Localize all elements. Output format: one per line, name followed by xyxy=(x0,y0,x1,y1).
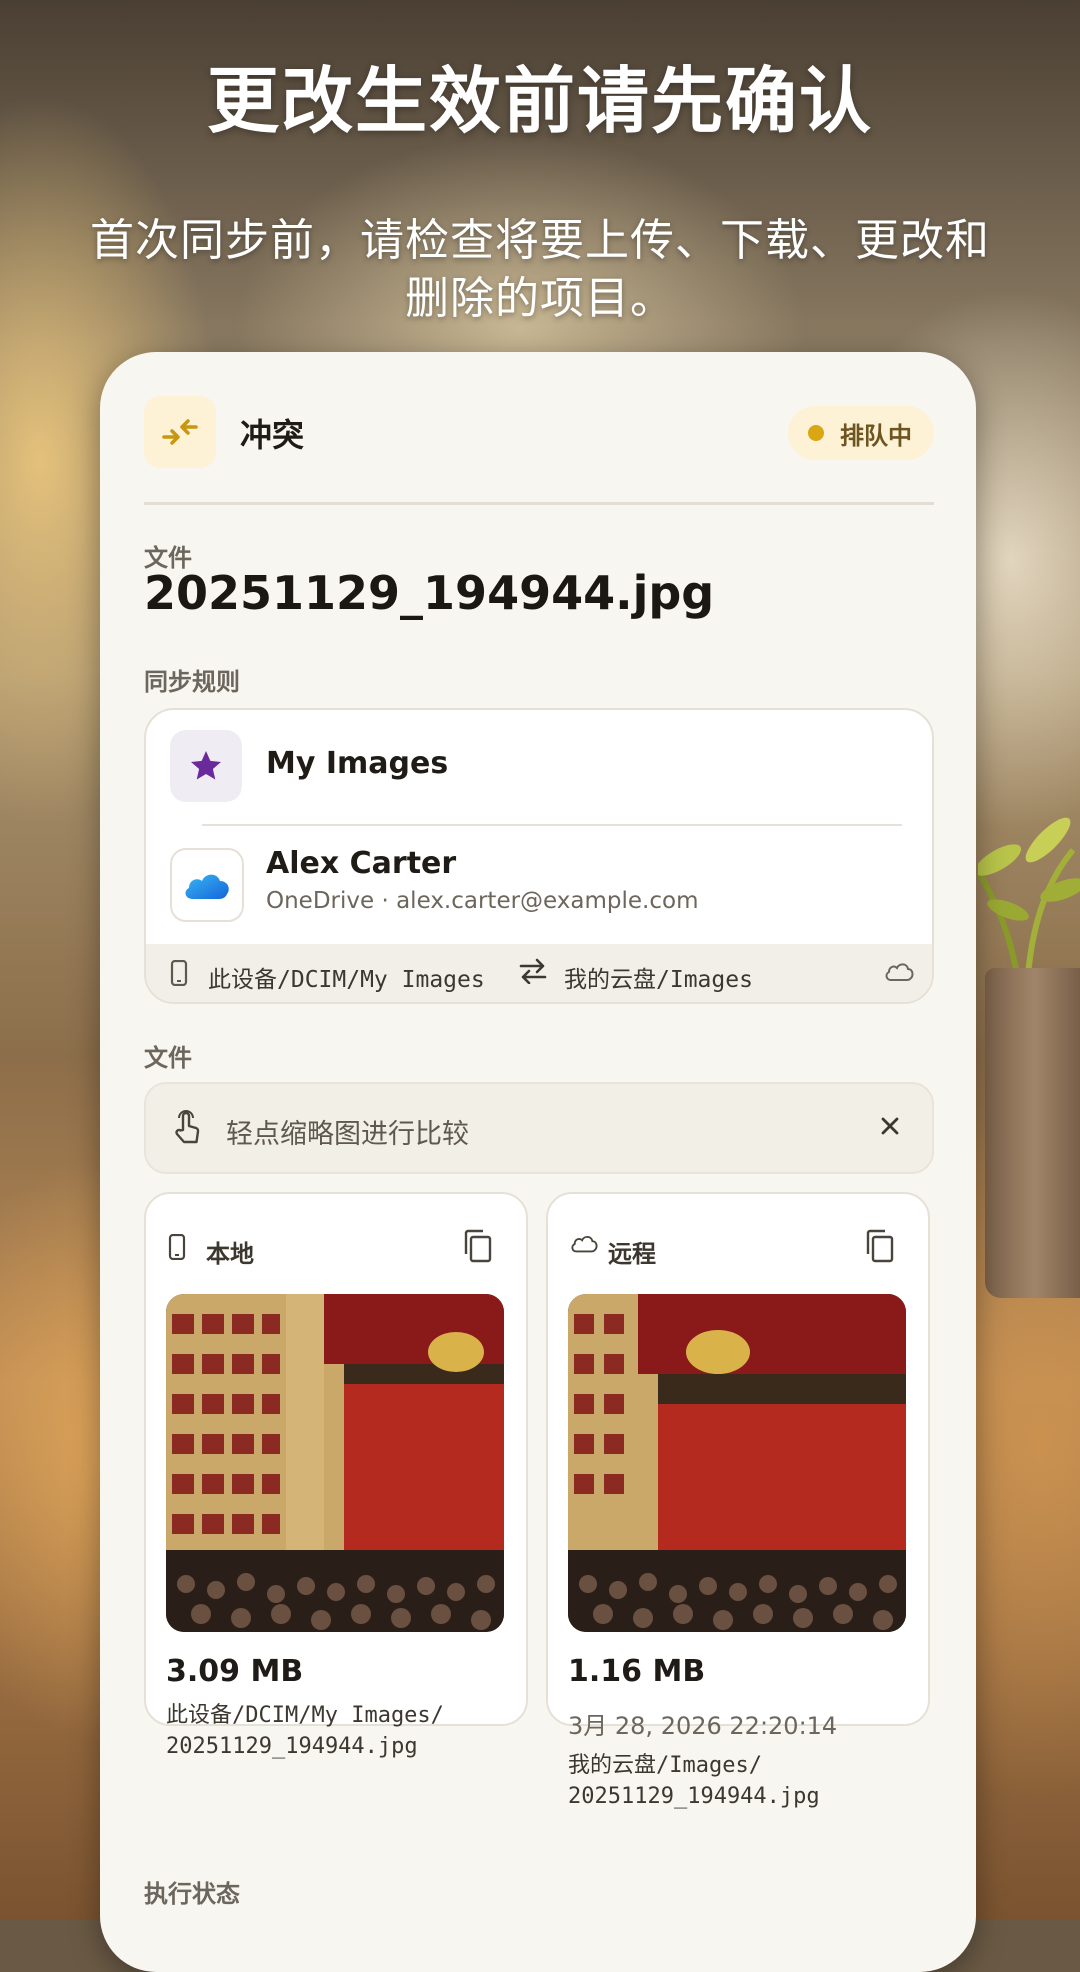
file-name: 20251129_194944.jpg xyxy=(144,566,715,620)
local-path-line2: 20251129_194944.jpg xyxy=(166,1734,418,1759)
compare-hint-banner: 轻点缩略图进行比较 xyxy=(144,1082,934,1174)
remote-path-line2: 20251129_194944.jpg xyxy=(568,1784,820,1809)
sync-rule-name: My Images xyxy=(266,746,449,781)
plant-pot xyxy=(985,968,1080,1298)
account-row[interactable]: Alex Carter OneDrive · alex.carter@examp… xyxy=(170,846,910,922)
tap-gesture-icon xyxy=(172,1110,202,1150)
conflict-arrows-icon xyxy=(144,396,216,468)
local-label: 本地 xyxy=(206,1240,254,1268)
phone-icon xyxy=(170,959,188,992)
phone-icon xyxy=(168,1233,186,1264)
remote-label: 远程 xyxy=(608,1240,656,1268)
sync-rule-label: 同步规则 xyxy=(144,668,240,696)
local-thumbnail[interactable] xyxy=(166,1294,504,1632)
cloud-outline-icon xyxy=(570,1234,598,1258)
local-path: 此设备/DCIM/My Images xyxy=(208,967,485,993)
remote-file-path: 我的云盘/Images/ 20251129_194944.jpg xyxy=(568,1750,820,1812)
copy-icon[interactable] xyxy=(864,1228,896,1268)
header-divider xyxy=(144,502,934,505)
star-icon xyxy=(170,730,242,802)
local-file-path: 此设备/DCIM/My Images/ 20251129_194944.jpg xyxy=(166,1700,444,1762)
status-label: 排队中 xyxy=(840,421,912,450)
status-badge: 排队中 xyxy=(788,406,934,460)
remote-file-date: 3月 28, 2026 22:20:14 xyxy=(568,1712,838,1740)
item-header: 冲突 排队中 xyxy=(144,396,934,468)
local-file-size: 3.09 MB xyxy=(166,1654,304,1689)
sync-path-bar: 此设备/DCIM/My Images 我的云盘/Images xyxy=(146,944,932,1002)
rule-divider xyxy=(202,824,902,826)
cloud-outline-icon xyxy=(884,962,914,988)
sync-item-card: 冲突 排队中 文件 20251129_194944.jpg 同步规则 My Im… xyxy=(100,352,976,1972)
sync-rule-row[interactable]: My Images xyxy=(170,730,910,802)
sync-rule-box[interactable]: My Images Alex Carter OneDrive · alex.ca… xyxy=(144,708,934,1004)
remote-thumbnail[interactable] xyxy=(568,1294,906,1632)
account-detail: OneDrive · alex.carter@example.com xyxy=(266,888,699,914)
remote-path-line1: 我的云盘/Images/ xyxy=(568,1753,762,1778)
remote-file-size: 1.16 MB xyxy=(568,1654,706,1689)
account-name: Alex Carter xyxy=(266,846,457,881)
local-file-card: 本地 3.09 MB 此设备/DCIM/My Images/ 20251129_… xyxy=(144,1192,528,1759)
promo-subtitle: 首次同步前，请检查将要上传、下载、更改和删除的项目。 xyxy=(90,215,990,324)
local-path-line1: 此设备/DCIM/My Images/ xyxy=(166,1703,444,1728)
promo-headline: 更改生效前请先确认 xyxy=(206,59,873,143)
compare-hint-text: 轻点缩略图进行比较 xyxy=(226,1119,469,1150)
execution-status-label: 执行状态 xyxy=(144,1880,240,1908)
remote-file-card: 远程 1.16 MB 3月 28, 2026 22:20:14 我的云盘/Ima… xyxy=(546,1192,930,1809)
remote-path: 我的云盘/Images xyxy=(564,967,753,993)
close-icon[interactable] xyxy=(870,1106,910,1146)
status-dot-icon xyxy=(808,425,824,441)
files-section-label: 文件 xyxy=(144,1044,192,1072)
copy-icon[interactable] xyxy=(462,1228,494,1268)
two-way-sync-icon xyxy=(518,958,548,990)
onedrive-cloud-icon xyxy=(170,848,244,922)
item-type-title: 冲突 xyxy=(240,416,305,454)
